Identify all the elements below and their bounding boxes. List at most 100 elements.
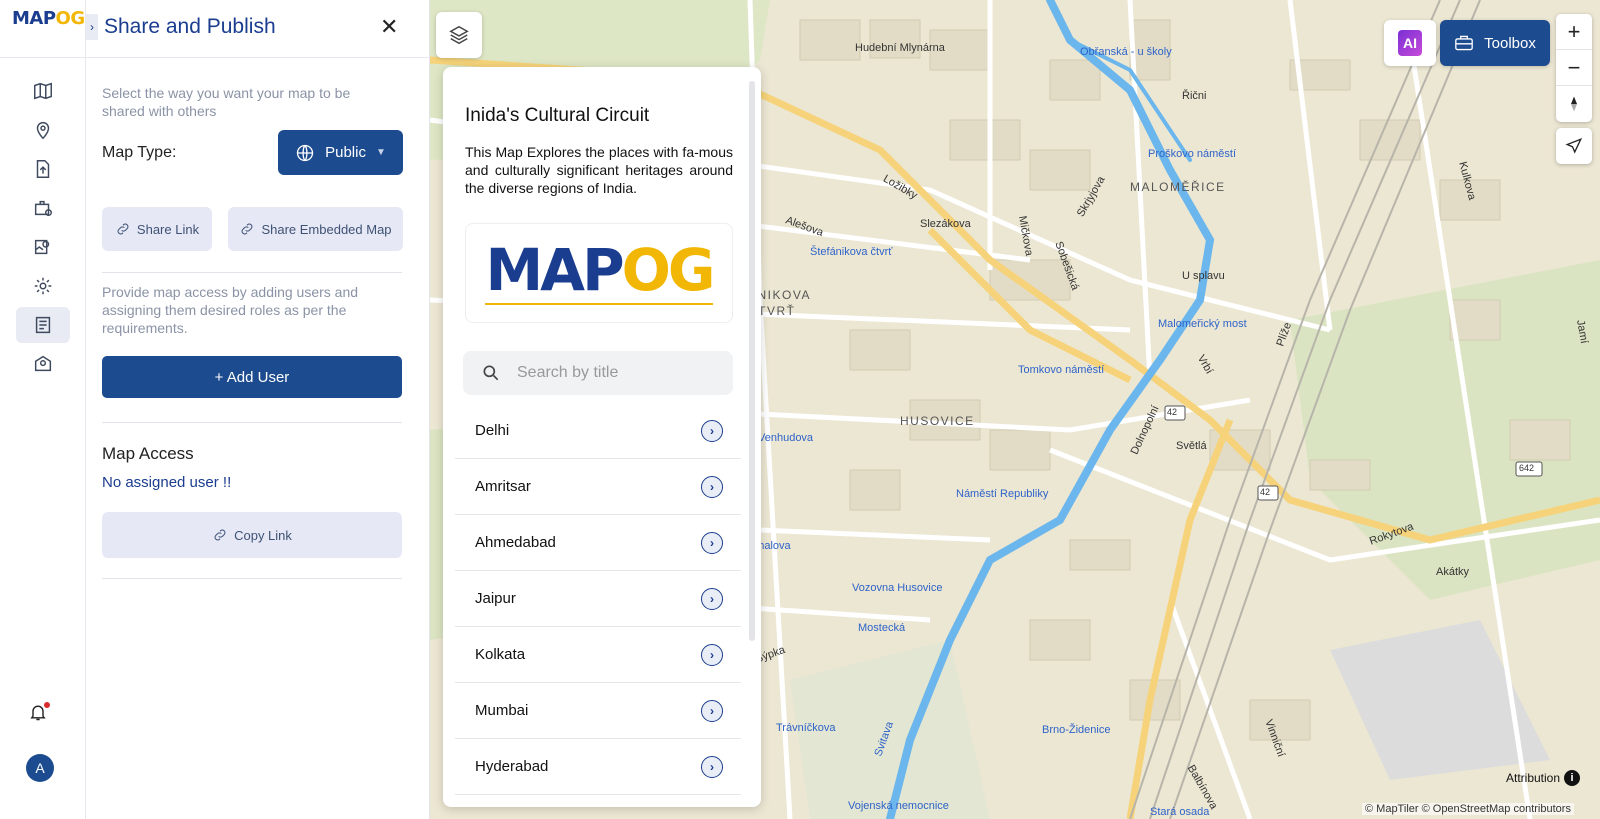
gear-icon [34, 277, 52, 295]
rail-item-upload[interactable] [16, 151, 70, 187]
city-name: Delhi [475, 422, 510, 439]
map-type-dropdown[interactable]: Public ▼ [278, 130, 403, 175]
attribution-toggle[interactable]: Attribution i [1506, 770, 1581, 786]
info-icon: i [1564, 770, 1581, 786]
ai-icon: AI [1398, 30, 1422, 56]
minus-icon: − [1567, 54, 1581, 80]
chevron-right-icon[interactable]: › [701, 643, 723, 666]
section-divider [102, 272, 402, 273]
rail-item-map-edit[interactable] [16, 229, 70, 265]
zoom-controls: + − [1556, 14, 1592, 122]
map-place-label: Obřanská - u školy [1080, 46, 1172, 58]
map-access-title: Map Access [102, 444, 194, 463]
chevron-right-icon[interactable]: › [701, 475, 723, 498]
chevron-right-icon[interactable]: › [701, 419, 723, 442]
globe-icon [296, 144, 314, 161]
city-name: Mumbai [475, 702, 529, 719]
map-street-label: Světlá [1176, 440, 1207, 452]
notifications-button[interactable] [28, 702, 52, 726]
user-avatar[interactable]: A [26, 754, 54, 782]
map-place-label: Vojenská nemocnice [848, 800, 949, 812]
navigate-arrow-icon [1565, 138, 1583, 154]
toolbox-button[interactable]: Toolbox [1440, 20, 1550, 66]
layers-button[interactable] [436, 12, 482, 58]
rail-item-map-chat[interactable] [16, 346, 70, 382]
share-publish-panel: › Share and Publish ✕ Select the way you… [86, 0, 430, 819]
chevron-right-icon[interactable]: › [701, 699, 723, 722]
chevron-right-icon[interactable]: › [701, 531, 723, 554]
road-number: 42 [1260, 487, 1271, 497]
logo-text-main: MAP [485, 236, 624, 304]
map-place-label: Štefánikova čtvrť [810, 246, 893, 258]
add-user-button[interactable]: + Add User [102, 356, 402, 398]
chevron-right-icon[interactable]: › [701, 587, 723, 610]
list-item[interactable]: Jaipur › [455, 571, 741, 627]
close-icon: ✕ [380, 14, 399, 39]
list-item[interactable]: Hyderabad › [455, 739, 741, 795]
list-item[interactable]: Kolkata › [455, 627, 741, 683]
city-name: Ahmedabad [475, 534, 556, 551]
section-divider [102, 422, 402, 423]
ai-assistant-button[interactable]: AI [1384, 20, 1436, 66]
rail-item-share[interactable] [16, 307, 70, 343]
rail-item-settings[interactable] [16, 268, 70, 304]
section-divider [102, 578, 402, 579]
map-type-value: Public [325, 144, 366, 161]
city-name: Kolkata [475, 646, 526, 663]
link-icon [117, 223, 129, 235]
collapse-toggle[interactable]: › [86, 14, 98, 40]
map-place-label: Trávníčkova [776, 722, 836, 734]
upload-icon [36, 160, 50, 178]
map-place-label: Hudební Mlynárna [855, 42, 945, 54]
icon-rail: MAPOG A [0, 0, 86, 819]
chevron-right-icon[interactable]: › [701, 755, 723, 778]
story-logo: MAPOG [465, 223, 733, 323]
copy-link-button[interactable]: Copy Link [102, 512, 402, 558]
story-card: Inida's Cultural Circuit This Map Explor… [443, 67, 761, 807]
rail-divider [0, 57, 86, 58]
no-assigned-user-text: No assigned user !! [102, 474, 232, 491]
map-district-label: HUSOVICE [900, 414, 975, 428]
list-item[interactable]: Ahmedabad › [455, 515, 741, 571]
map-place-label: Tomkovo náměstí [1018, 364, 1105, 376]
panel-header-divider [86, 57, 430, 58]
rail-item-maps[interactable] [16, 73, 70, 109]
rail-item-location[interactable] [16, 112, 70, 148]
compass-button[interactable] [1556, 86, 1592, 122]
map-place-label: Stará osada [1150, 806, 1210, 818]
story-scrollbar[interactable] [749, 81, 755, 641]
list-item[interactable]: Amritsar › [455, 459, 741, 515]
map-place-label: Náměstí Republiky [956, 488, 1049, 500]
list-item[interactable]: Delhi › [455, 403, 741, 459]
map-icon [34, 82, 52, 100]
road-number: 642 [1519, 463, 1535, 473]
notification-dot [44, 702, 50, 708]
map-district-label: MALOMĚŘICE [1130, 180, 1226, 194]
map-place-label: U splavu [1182, 270, 1225, 282]
rail-item-tools[interactable] [16, 190, 70, 226]
search-input[interactable] [517, 364, 717, 382]
city-name: Jaipur [475, 590, 516, 607]
link-icon [242, 223, 253, 235]
search-icon [483, 365, 499, 381]
map-place-label: Malomeřický most [1158, 318, 1247, 330]
close-button[interactable]: ✕ [380, 14, 398, 40]
briefcase-settings-icon [34, 200, 52, 217]
locate-button[interactable] [1556, 128, 1592, 164]
zoom-in-button[interactable]: + [1556, 14, 1592, 50]
logo-text-accent: OG [621, 236, 716, 304]
list-item[interactable]: Mumbai › [455, 683, 741, 739]
share-link-label: Share Link [136, 221, 200, 237]
plus-icon: + [1567, 18, 1581, 44]
share-embedded-map-button[interactable]: Share Embedded Map [228, 207, 403, 251]
zoom-out-button[interactable]: − [1556, 50, 1592, 86]
attribution-label: Attribution [1506, 771, 1561, 785]
map-street-label: Slezákova [920, 218, 971, 230]
share-intro-text: Select the way you want your map to be s… [102, 85, 351, 119]
toolbox-label: Toolbox [1484, 34, 1536, 52]
mapog-logo[interactable]: MAPOG [12, 8, 85, 29]
share-embedded-label: Share Embedded Map [261, 221, 392, 237]
app-window: MAPOG A › Share and Publish ✕ Select the… [0, 0, 1600, 819]
caret-down-icon: ▼ [375, 147, 386, 158]
share-link-button[interactable]: Share Link [102, 207, 212, 251]
